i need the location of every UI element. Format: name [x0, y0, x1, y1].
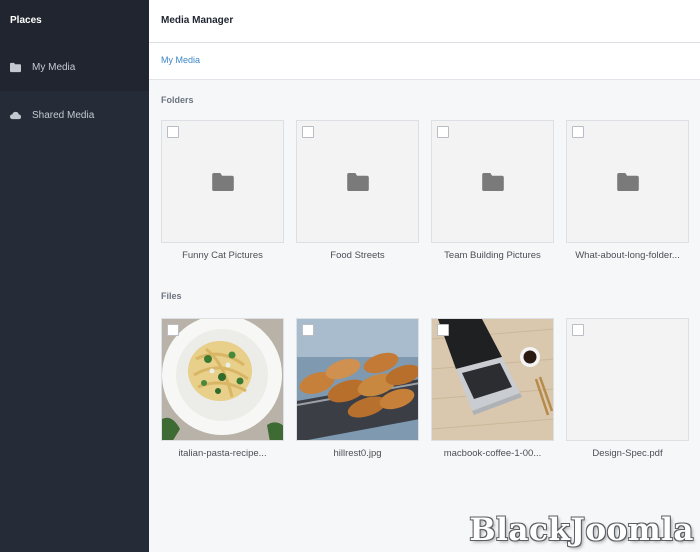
select-checkbox[interactable]	[167, 324, 179, 336]
sidebar-item-label: Shared Media	[32, 109, 95, 121]
sidebar-item-my-media[interactable]: My Media	[0, 43, 149, 91]
folder-icon	[346, 172, 369, 191]
croissants-image	[297, 319, 418, 440]
folder-tile[interactable]: Team Building Pictures	[431, 120, 554, 261]
folder-icon	[10, 62, 21, 72]
select-checkbox[interactable]	[167, 126, 179, 138]
main-content: Media Manager My Media Folders Funny Cat…	[149, 0, 700, 552]
folder-tile[interactable]: What-about-long-folder...	[566, 120, 689, 261]
watermark: BlackJoomla	[469, 512, 694, 548]
croissant-image-thumbnail[interactable]	[296, 318, 419, 441]
folder-icon	[211, 172, 234, 191]
file-name: hillrest0.jpg	[333, 448, 382, 459]
files-grid: italian-pasta-recipe... hillrest0.jpg ma…	[161, 318, 700, 459]
folders-heading: Folders	[161, 95, 194, 105]
select-checkbox[interactable]	[572, 324, 584, 336]
folder-icon	[481, 172, 504, 191]
pasta-image-thumbnail[interactable]	[161, 318, 284, 441]
folder-tile[interactable]: Food Streets	[296, 120, 419, 261]
select-checkbox[interactable]	[302, 324, 314, 336]
files-heading: Files	[161, 291, 182, 301]
macbook-coffee-image	[432, 319, 553, 440]
cloud-icon	[10, 111, 21, 119]
pasta-dish-image	[162, 319, 283, 440]
folder-thumbnail[interactable]	[296, 120, 419, 243]
macbook-image-thumbnail[interactable]	[431, 318, 554, 441]
sidebar: Places My Media Shared Media	[0, 0, 149, 552]
file-tile[interactable]: Design-Spec.pdf	[566, 318, 689, 459]
folder-name: What-about-long-folder...	[575, 250, 680, 261]
folders-grid: Funny Cat Pictures Food Streets Team Bui…	[161, 120, 700, 261]
select-checkbox[interactable]	[437, 324, 449, 336]
folder-name: Funny Cat Pictures	[182, 250, 263, 261]
folder-name: Food Streets	[330, 250, 385, 261]
file-tile[interactable]: italian-pasta-recipe...	[161, 318, 284, 459]
sidebar-item-shared-media[interactable]: Shared Media	[0, 91, 149, 139]
folder-name: Team Building Pictures	[444, 250, 541, 261]
select-checkbox[interactable]	[437, 126, 449, 138]
folder-tile[interactable]: Funny Cat Pictures	[161, 120, 284, 261]
sidebar-title: Places	[0, 0, 149, 43]
page-title: Media Manager	[149, 0, 700, 43]
sidebar-item-label: My Media	[32, 61, 76, 73]
pdf-thumbnail[interactable]	[566, 318, 689, 441]
breadcrumb: My Media	[149, 43, 700, 80]
folder-thumbnail[interactable]	[431, 120, 554, 243]
file-name: macbook-coffee-1-00...	[443, 448, 542, 459]
folder-thumbnail[interactable]	[161, 120, 284, 243]
folder-icon	[616, 172, 639, 191]
breadcrumb-link[interactable]: My Media	[161, 55, 200, 65]
folder-thumbnail[interactable]	[566, 120, 689, 243]
select-checkbox[interactable]	[302, 126, 314, 138]
file-name: italian-pasta-recipe...	[178, 448, 267, 459]
file-name: Design-Spec.pdf	[592, 448, 663, 459]
select-checkbox[interactable]	[572, 126, 584, 138]
file-tile[interactable]: macbook-coffee-1-00...	[431, 318, 554, 459]
file-tile[interactable]: hillrest0.jpg	[296, 318, 419, 459]
